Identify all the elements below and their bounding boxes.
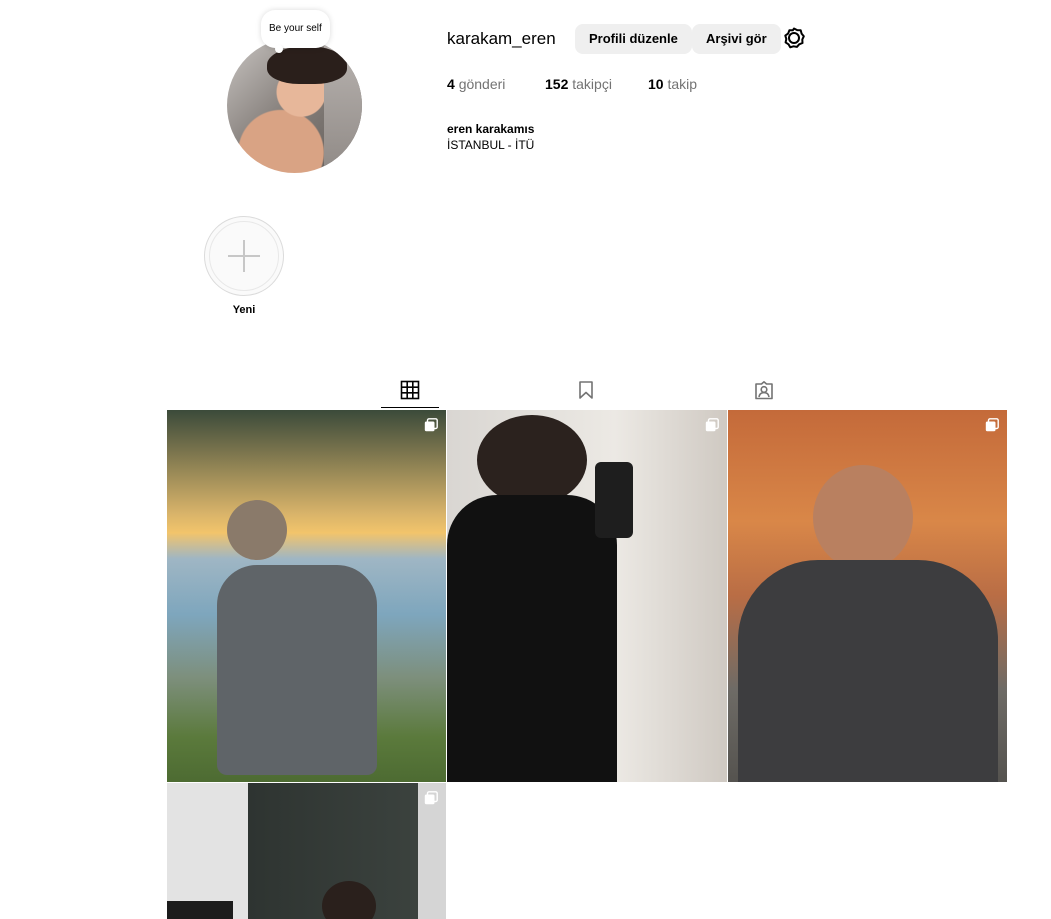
multi-photo-icon: [705, 418, 719, 432]
username: karakam_eren: [447, 29, 556, 48]
post-1-subject-head: [227, 500, 287, 560]
followers-label: takipçi: [572, 76, 612, 92]
post-2-subject-body: [447, 495, 617, 782]
multi-photo-icon: [985, 418, 999, 432]
post-tile-1[interactable]: [167, 410, 446, 782]
view-archive-button[interactable]: Arşivi gör: [692, 24, 781, 54]
full-name: eren karakamıs: [447, 122, 535, 136]
post-tile-3[interactable]: [728, 410, 1007, 782]
bookmark-icon: [579, 381, 593, 399]
following-stat[interactable]: 10 takip: [648, 76, 697, 92]
tab-saved[interactable]: [557, 378, 615, 408]
following-label: takip: [667, 76, 698, 92]
avatar-image: [227, 38, 362, 173]
followers-count: 152: [545, 76, 569, 92]
profile-note-text: Be your self: [269, 23, 322, 34]
tab-tagged[interactable]: [735, 378, 793, 408]
post-4-furniture: [167, 901, 233, 919]
profile-avatar[interactable]: [227, 38, 362, 173]
multi-photo-icon: [424, 418, 438, 432]
grid-icon: [400, 380, 420, 400]
profile-note-bubble[interactable]: Be your self: [261, 10, 330, 53]
posts-count: 4: [447, 76, 455, 92]
settings-gear-icon[interactable]: [782, 26, 806, 50]
tagged-icon: [755, 381, 773, 400]
post-tile-4[interactable]: [167, 783, 446, 919]
post-2-phone: [595, 462, 633, 538]
post-tile-2[interactable]: [447, 410, 727, 782]
plus-icon: [228, 240, 260, 272]
posts-stat: 4 gönderi: [447, 76, 505, 92]
bio-text: İSTANBUL - İTÜ: [447, 138, 535, 152]
post-1-subject-body: [217, 565, 377, 775]
post-3-subject-head: [813, 465, 913, 570]
edit-profile-button[interactable]: Profili düzenle: [575, 24, 692, 54]
post-3-subject-body: [738, 560, 998, 782]
tab-posts[interactable]: [381, 378, 439, 408]
post-2-subject-head: [477, 415, 587, 505]
multi-photo-icon: [424, 791, 438, 805]
posts-label: gönderi: [458, 76, 506, 92]
new-highlight-label: Yeni: [232, 304, 256, 316]
followers-stat[interactable]: 152 takipçi: [545, 76, 612, 92]
new-highlight-button[interactable]: [204, 216, 284, 296]
post-4-subject-head: [322, 881, 376, 919]
following-count: 10: [648, 76, 664, 92]
